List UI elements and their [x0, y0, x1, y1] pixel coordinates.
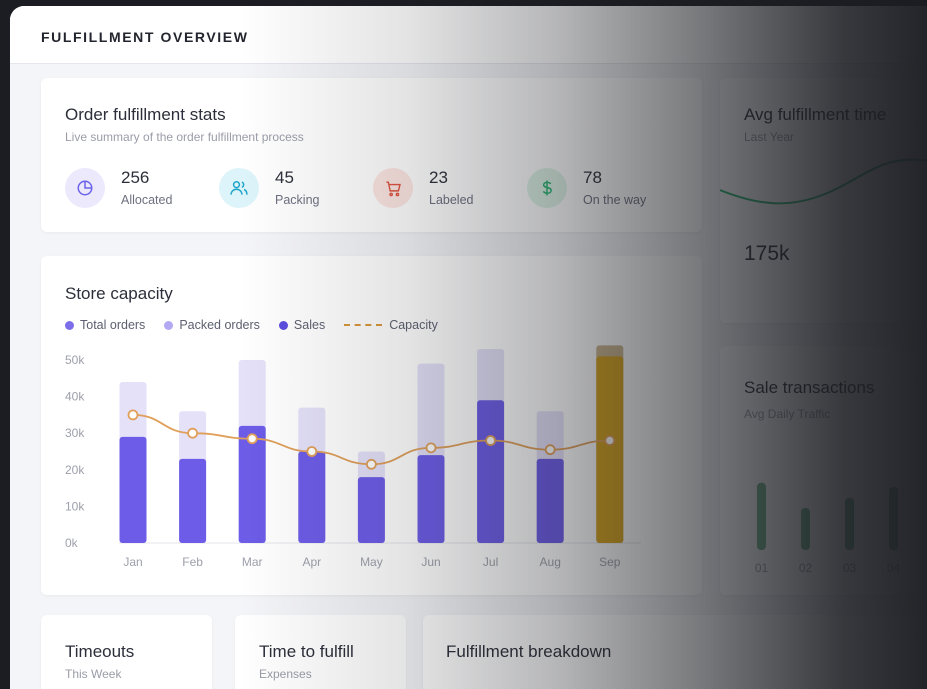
card-title: Time to fulfill: [259, 642, 354, 661]
sale-transactions-chart: 01 02 03 04: [755, 482, 901, 575]
sales-bar: [417, 455, 445, 543]
capacity-point: [127, 409, 139, 421]
x-tick-label: 02: [799, 561, 813, 575]
y-tick-label: 50k: [65, 353, 85, 367]
time-to-fulfill-card: Time to fulfill Expenses: [235, 615, 406, 689]
traffic-bar: [801, 508, 810, 550]
capacity-point: [365, 458, 377, 470]
store-capacity-card: Store capacity Total orders Packed order…: [41, 256, 702, 595]
card-title: Timeouts: [65, 642, 135, 661]
page-title: FULFILLMENT OVERVIEW: [41, 29, 249, 45]
x-tick-label: Mar: [242, 555, 263, 569]
sales-bar: [536, 458, 564, 543]
avg-value: 175k: [744, 242, 790, 265]
card-title: Fulfillment breakdown: [446, 642, 612, 661]
y-tick-label: 10k: [65, 499, 85, 513]
trend-sparkline: [720, 158, 927, 205]
traffic-bar: [757, 482, 766, 550]
fulfillment-stats-card: Order fulfillment stats Live summary of …: [41, 78, 702, 232]
users-icon: [219, 168, 259, 208]
x-tick-label: Jul: [483, 555, 498, 569]
stat-labeled[interactable]: 23 Labeled: [373, 166, 523, 210]
x-tick-label: 03: [843, 561, 857, 575]
stat-label: Allocated: [121, 193, 173, 207]
pie-chart-icon: [65, 168, 105, 208]
sales-bar: [298, 451, 326, 543]
timeouts-card: Timeouts This Week: [41, 615, 212, 689]
x-tick-label: 04: [887, 561, 901, 575]
top-bar: FULFILLMENT OVERVIEW: [10, 6, 927, 64]
cart-icon: [373, 168, 413, 208]
card-title: Avg fulfillment time: [744, 105, 887, 124]
card-title: Order fulfillment stats: [65, 105, 226, 124]
stat-value: 23: [429, 168, 448, 187]
y-tick-label: 0k: [65, 536, 79, 550]
card-subtitle: Expenses: [259, 667, 312, 681]
x-tick-label: May: [360, 555, 383, 569]
x-tick-label: Jan: [123, 555, 142, 569]
x-tick-label: Sep: [599, 555, 621, 569]
stat-value: 256: [121, 168, 150, 187]
store-capacity-chart: 0k 10k 20k 30k 40k 50k Jan Feb Mar Apr May Jun Jul Au…: [65, 345, 641, 569]
y-tick-label: 20k: [65, 463, 85, 477]
sales-bar: [179, 458, 207, 543]
stat-on-the-way[interactable]: 78 On the way: [527, 166, 677, 210]
card-subtitle: Live summary of the order fulfillment pr…: [65, 130, 304, 144]
capacity-point: [306, 446, 318, 457]
x-tick-label: 01: [755, 561, 769, 575]
capacity-point: [246, 433, 258, 445]
stat-value: 78: [583, 168, 602, 187]
sales-bar: [596, 356, 624, 543]
capacity-point: [544, 444, 556, 456]
stat-packing[interactable]: 45 Packing: [219, 166, 369, 210]
x-tick-label: Feb: [182, 555, 203, 569]
sales-bar: [357, 477, 385, 543]
capacity-point: [425, 442, 437, 454]
stat-label: Labeled: [429, 193, 474, 207]
card-subtitle: This Week: [65, 667, 122, 681]
app-frame: FULFILLMENT OVERVIEW Order fulfillment s…: [10, 6, 927, 689]
fulfillment-breakdown-card: Fulfillment breakdown: [423, 615, 927, 689]
stat-value: 45: [275, 168, 294, 187]
sales-bar: [119, 436, 147, 543]
capacity-point: [187, 427, 199, 439]
x-tick-label: Apr: [302, 555, 321, 569]
capacity-point: [485, 435, 497, 446]
traffic-bar: [845, 497, 854, 550]
sales-bar: [477, 400, 505, 543]
y-tick-label: 40k: [65, 390, 85, 404]
stat-label: On the way: [583, 193, 647, 207]
y-tick-label: 30k: [65, 426, 85, 440]
x-tick-label: Jun: [421, 555, 440, 569]
x-tick-label: Aug: [540, 555, 561, 569]
stat-label: Packing: [275, 193, 320, 207]
card-subtitle: Last Year: [744, 130, 795, 144]
dollar-icon: [527, 168, 567, 208]
traffic-bar: [889, 487, 898, 550]
capacity-point: [604, 435, 616, 446]
stat-allocated[interactable]: 256 Allocated: [65, 166, 215, 210]
sale-transactions-card: Sale transactions Avg Daily Traffic 01 02…: [720, 346, 927, 595]
avg-fulfillment-card: Avg fulfillment time Last Year 175k: [720, 78, 927, 323]
